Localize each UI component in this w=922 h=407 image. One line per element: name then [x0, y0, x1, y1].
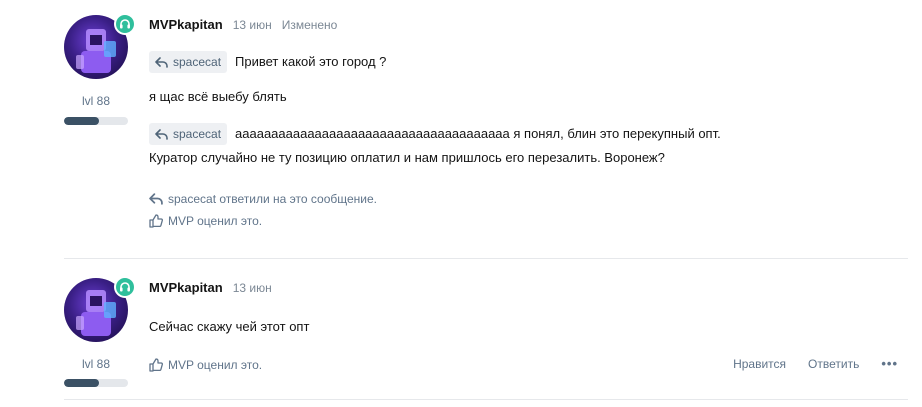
quote-chip[interactable]: spacecat — [149, 51, 228, 73]
quote-chip[interactable]: spacecat — [149, 123, 228, 145]
post-date[interactable]: 13 июн — [233, 18, 272, 32]
message-text: аааааааааааааааааааааааааааааааааааааа я… — [235, 126, 721, 141]
reply-arrow-icon — [155, 56, 168, 68]
reply-arrow-icon — [155, 128, 168, 140]
level-progress-fill — [64, 117, 100, 125]
post-header: MVPkapitan 13 июн — [149, 280, 908, 298]
replied-text: spacecat ответили на это сообщение. — [168, 192, 377, 206]
thumbs-up-icon — [149, 358, 163, 372]
user-level: lvl 88 — [81, 94, 110, 108]
level-progress-fill — [64, 379, 100, 387]
post-date[interactable]: 13 июн — [233, 281, 272, 295]
quote-author: spacecat — [173, 127, 222, 141]
message-text: я щас всё выебу блять — [149, 89, 287, 104]
author-name[interactable]: MVPkapitan — [149, 280, 223, 295]
headset-icon — [114, 13, 136, 35]
message-line: spacecat ааааааааааааааааааааааааааааааа… — [149, 123, 908, 145]
author-name[interactable]: MVPkapitan — [149, 17, 223, 32]
level-progress-bar — [64, 117, 128, 125]
post-divider — [64, 399, 908, 400]
reactions-summary[interactable]: MVP оценил это. — [149, 214, 908, 228]
message-line: spacecat Привет какой это город ? — [149, 51, 908, 73]
reactions-text: MVP оценил это. — [168, 214, 263, 228]
level-progress-bar — [64, 379, 128, 387]
replied-notice[interactable]: spacecat ответили на это сообщение. — [149, 192, 908, 206]
post-content: MVPkapitan 13 июн Изменено spacecat Прив… — [149, 17, 908, 228]
reply-button[interactable]: Ответить — [808, 357, 859, 371]
more-options-icon[interactable]: ••• — [881, 356, 898, 371]
message-post: lvl 88 MVPkapitan 13 июн Изменено spacec… — [0, 0, 922, 259]
message-post: lvl 88 MVPkapitan 13 июн Сейчас скажу че… — [0, 259, 922, 407]
message-text: Привет какой это город ? — [235, 54, 387, 69]
thumbs-up-icon — [149, 214, 163, 228]
post-actions: Нравится Ответить ••• — [733, 356, 898, 371]
quote-author: spacecat — [173, 55, 222, 69]
message-text: Сейчас скажу чей этот опт — [149, 319, 310, 334]
avatar[interactable] — [64, 13, 136, 79]
message-text: Куратор случайно не ту позицию оплатил и… — [149, 150, 665, 165]
avatar[interactable] — [64, 276, 136, 342]
headset-icon — [114, 276, 136, 298]
reply-arrow-icon — [149, 193, 163, 205]
like-button[interactable]: Нравится — [733, 357, 786, 371]
edited-label[interactable]: Изменено — [282, 18, 338, 32]
post-header: MVPkapitan 13 июн Изменено — [149, 17, 908, 35]
user-level: lvl 88 — [81, 357, 110, 371]
reactions-text: MVP оценил это. — [168, 358, 263, 372]
